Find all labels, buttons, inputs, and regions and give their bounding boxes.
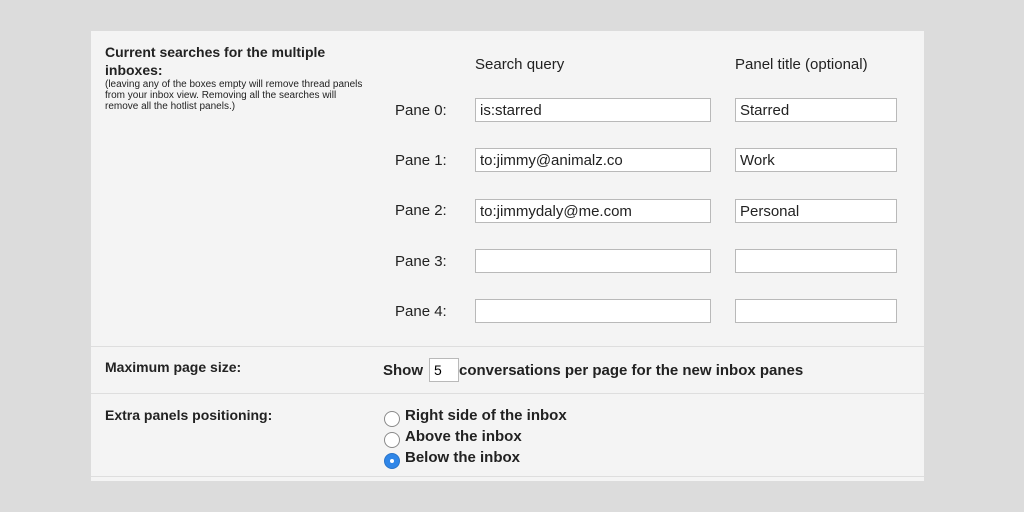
radio-above-inbox[interactable] <box>384 432 400 448</box>
section-divider <box>91 346 924 347</box>
pane-1-title-input[interactable] <box>735 148 897 172</box>
section-divider <box>91 476 924 477</box>
pane-4-title-input[interactable] <box>735 299 897 323</box>
pane-3-title-input[interactable] <box>735 249 897 273</box>
radio-above-inbox-label[interactable]: Above the inbox <box>405 428 522 445</box>
section-note: (leaving any of the boxes empty will rem… <box>105 79 363 112</box>
pane-2-title-input[interactable] <box>735 199 897 223</box>
pane-1-label: Pane 1: <box>395 152 447 169</box>
section-title-line2: inboxes: <box>105 62 163 78</box>
positioning-label: Extra panels positioning: <box>105 407 273 423</box>
pane-4-label: Pane 4: <box>395 303 447 320</box>
column-header-panel-title: Panel title (optional) <box>735 56 868 73</box>
pane-1-query-input[interactable] <box>475 148 711 172</box>
radio-below-inbox[interactable] <box>384 453 400 469</box>
radio-right-side[interactable] <box>384 411 400 427</box>
pane-2-query-input[interactable] <box>475 199 711 223</box>
section-title-line1: Current searches for the multiple <box>105 44 326 60</box>
page-size-suffix: conversations per page for the new inbox… <box>459 362 804 379</box>
page-size-label: Maximum page size: <box>105 359 242 375</box>
page-size-input[interactable] <box>429 358 459 382</box>
pane-4-query-input[interactable] <box>475 299 711 323</box>
pane-0-title-input[interactable] <box>735 98 897 122</box>
radio-right-side-label[interactable]: Right side of the inbox <box>405 407 567 424</box>
settings-panel: Current searches for the multiple inboxe… <box>91 31 924 481</box>
pane-0-label: Pane 0: <box>395 102 447 119</box>
pane-3-label: Pane 3: <box>395 253 447 270</box>
section-divider <box>91 393 924 394</box>
pane-0-query-input[interactable] <box>475 98 711 122</box>
pane-2-label: Pane 2: <box>395 202 447 219</box>
page-size-show-text: Show <box>383 362 423 379</box>
column-header-search-query: Search query <box>475 56 565 73</box>
pane-3-query-input[interactable] <box>475 249 711 273</box>
radio-below-inbox-label[interactable]: Below the inbox <box>405 449 520 466</box>
